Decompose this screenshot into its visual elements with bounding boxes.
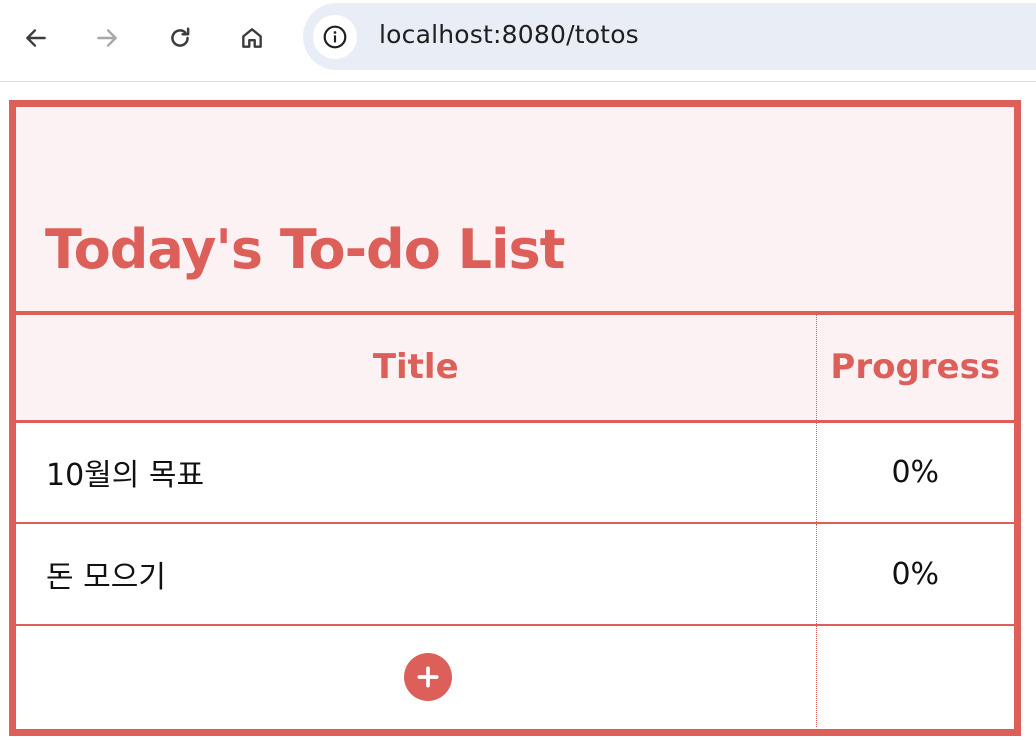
home-button[interactable]: [232, 18, 272, 58]
url-text[interactable]: localhost:8080/totos: [379, 20, 639, 49]
address-bar[interactable]: localhost:8080/totos: [303, 3, 1036, 70]
add-cell: [16, 625, 817, 727]
table-row[interactable]: 돈 모으기 0%: [16, 523, 1014, 626]
reload-icon: [171, 27, 190, 47]
column-header-progress: Progress: [816, 315, 1014, 423]
arrow-right-icon: [97, 29, 117, 47]
add-row: [16, 625, 1014, 727]
todo-item-progress: 0%: [816, 421, 1014, 524]
todo-table: Title Progress 10월의 목표 0% 돈 모으기 0%: [16, 315, 1014, 727]
plus-circle-icon: [417, 665, 439, 688]
reload-button[interactable]: [160, 18, 200, 58]
todo-item-progress: 0%: [816, 523, 1014, 626]
table-header-row: Title Progress: [16, 315, 1014, 423]
column-header-title: Title: [16, 315, 817, 423]
home-icon: [242, 28, 262, 48]
todo-card: Today's To-do List Title Progress 10월의 목…: [9, 100, 1021, 736]
table-row[interactable]: 10월의 목표 0%: [16, 421, 1014, 524]
todo-item-title[interactable]: 돈 모으기: [16, 523, 817, 626]
arrow-left-icon: [26, 29, 46, 47]
todo-item-title[interactable]: 10월의 목표: [16, 421, 817, 524]
todo-header: Today's To-do List: [16, 107, 1014, 315]
forward-button[interactable]: [87, 18, 127, 58]
site-info-button[interactable]: [313, 15, 357, 59]
add-todo-button[interactable]: [403, 652, 452, 701]
back-button[interactable]: [16, 18, 56, 58]
browser-toolbar: localhost:8080/totos: [0, 0, 1036, 82]
empty-cell: [816, 625, 1014, 727]
page-title: Today's To-do List: [45, 218, 565, 281]
info-icon: [323, 25, 347, 49]
